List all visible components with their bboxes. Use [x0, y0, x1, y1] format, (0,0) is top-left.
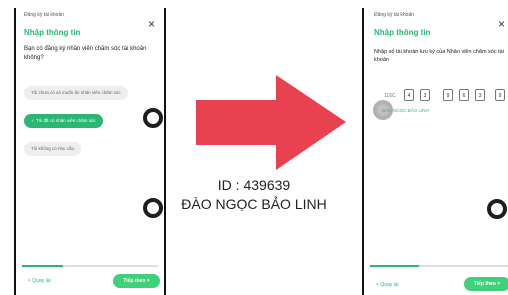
left-back-button[interactable]: < Quay lại: [28, 278, 51, 284]
digit-box-3[interactable]: 9: [443, 89, 453, 101]
left-next-button[interactable]: Tiếp theo >: [113, 274, 160, 288]
touch-indicator-3: [373, 100, 393, 120]
right-progress-fill: [370, 265, 419, 267]
left-small-title: Đăng ký tài khoản: [24, 12, 65, 18]
option-have-staff[interactable]: ✓ Tôi đã có nhân viên chăm sóc: [24, 114, 103, 128]
left-heading: Nhập thông tin: [24, 28, 81, 37]
left-progress-fill: [22, 265, 63, 267]
digit-box-2[interactable]: 3: [420, 89, 430, 101]
digit-box-1[interactable]: 4: [404, 89, 414, 101]
arrow-right-icon: [196, 75, 346, 170]
right-back-button[interactable]: < Quay lại: [376, 282, 399, 288]
left-question: Bạn có đăng ký nhân viên chăm sóc tài kh…: [24, 46, 147, 61]
touch-indicator-1: [143, 108, 163, 128]
digit-box-4[interactable]: 6: [459, 89, 469, 101]
touch-indicator-4: [487, 199, 507, 219]
close-icon[interactable]: ×: [148, 18, 155, 30]
right-progress-track: [370, 265, 508, 267]
digit-box-5[interactable]: 3: [475, 89, 485, 101]
right-next-button[interactable]: Tiếp theo >: [464, 277, 508, 291]
option-no-need[interactable]: Tôi không có nhu cầu: [24, 142, 82, 156]
digit-box-6[interactable]: 9: [495, 89, 505, 101]
right-instruction: Nhập số tài khoản lưu ký của Nhân viên c…: [374, 49, 504, 63]
account-prefix: 116C: [384, 93, 396, 99]
left-progress-track: [22, 265, 158, 267]
close-icon[interactable]: ×: [498, 18, 505, 30]
right-heading: Nhập thông tin: [374, 28, 431, 37]
option-want-hide-staff[interactable]: Tôi chưa có và muốn ẩn nhân viên chăm só…: [24, 86, 128, 100]
right-phone-screen: Đăng ký tài khoản × Nhập thông tin Nhập …: [362, 8, 508, 295]
right-small-title: Đăng ký tài khoản: [374, 12, 415, 18]
left-phone-screen: Đăng ký tài khoản × Nhập thông tin Bạn c…: [14, 8, 166, 295]
